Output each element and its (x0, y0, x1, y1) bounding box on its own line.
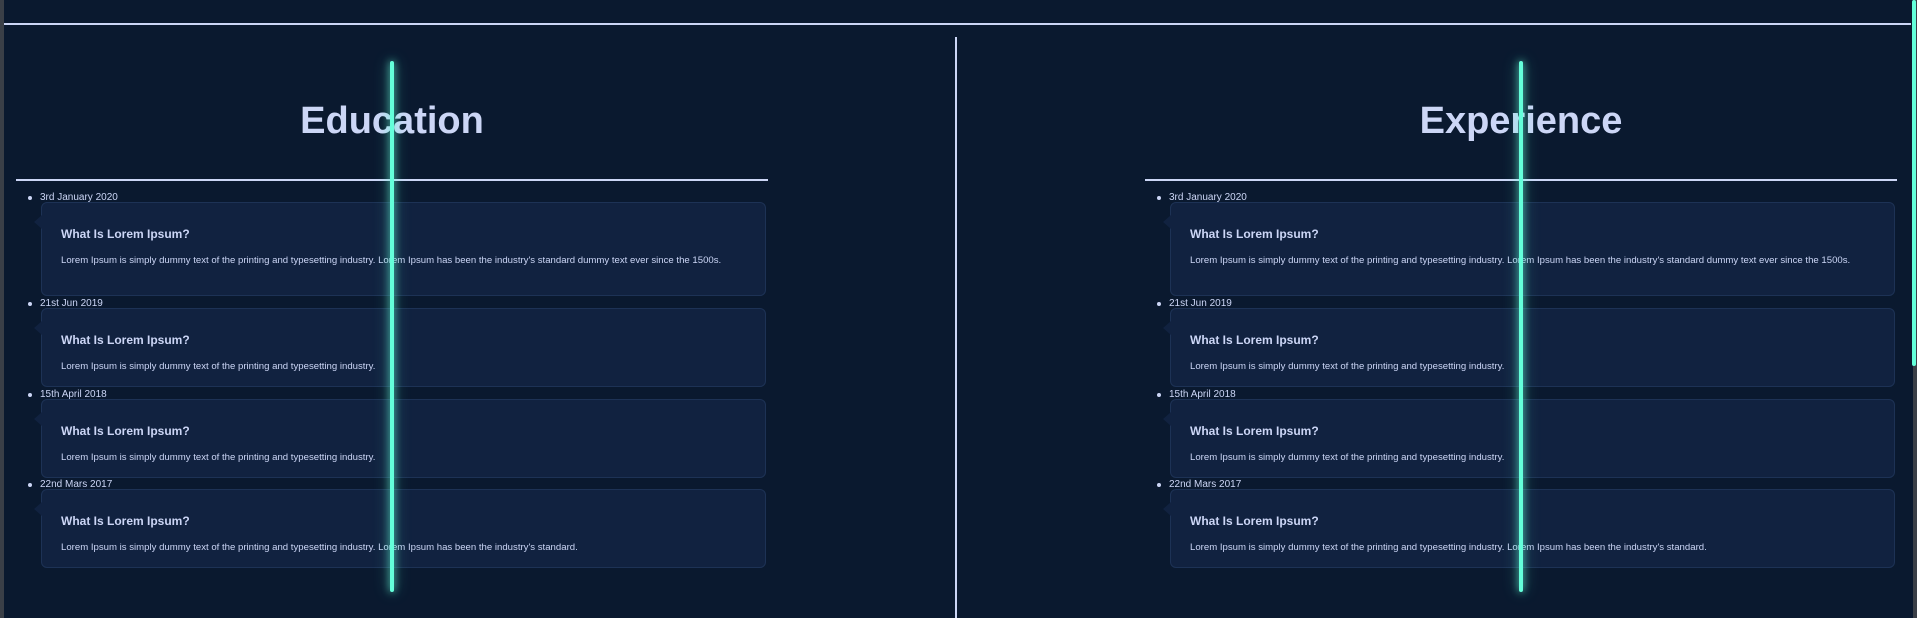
timeline-card: What Is Lorem Ipsum? Lorem Ipsum is simp… (34, 202, 766, 296)
card-title: What Is Lorem Ipsum? (61, 333, 190, 347)
card-title: What Is Lorem Ipsum? (1190, 333, 1319, 347)
timeline-card: What Is Lorem Ipsum? Lorem Ipsum is simp… (34, 489, 766, 568)
card-text: Lorem Ipsum is simply dummy text of the … (1190, 255, 1851, 266)
card-text: Lorem Ipsum is simply dummy text of the … (61, 361, 376, 372)
timeline-card: What Is Lorem Ipsum? Lorem Ipsum is simp… (1163, 489, 1895, 568)
card-title: What Is Lorem Ipsum? (1190, 424, 1319, 438)
bullet-icon (1157, 393, 1161, 397)
education-section: Education 3rd January 2020 What Is Lorem… (16, 0, 768, 618)
card-text: Lorem Ipsum is simply dummy text of the … (61, 452, 376, 463)
column-divider (955, 37, 957, 618)
timeline-glow-line (1519, 61, 1523, 592)
card-text: Lorem Ipsum is simply dummy text of the … (61, 542, 578, 553)
card-title: What Is Lorem Ipsum? (1190, 227, 1319, 241)
timeline-card: What Is Lorem Ipsum? Lorem Ipsum is simp… (34, 308, 766, 387)
card-text: Lorem Ipsum is simply dummy text of the … (1190, 542, 1707, 553)
card-text: Lorem Ipsum is simply dummy text of the … (1190, 361, 1505, 372)
bullet-icon (1157, 302, 1161, 306)
scrollbar-thumb[interactable] (1912, 0, 1916, 366)
card-text: Lorem Ipsum is simply dummy text of the … (1190, 452, 1505, 463)
bullet-icon (28, 302, 32, 306)
bullet-icon (1157, 196, 1161, 200)
timeline-card: What Is Lorem Ipsum? Lorem Ipsum is simp… (34, 399, 766, 478)
scrollbar-track[interactable] (1912, 0, 1917, 618)
bullet-icon (28, 393, 32, 397)
card-title: What Is Lorem Ipsum? (1190, 514, 1319, 528)
bullet-icon (1157, 483, 1161, 487)
bullet-icon (28, 483, 32, 487)
card-title: What Is Lorem Ipsum? (61, 514, 190, 528)
experience-section: Experience 3rd January 2020 What Is Lore… (1145, 0, 1897, 618)
bullet-icon (28, 196, 32, 200)
card-title: What Is Lorem Ipsum? (61, 227, 190, 241)
card-title: What Is Lorem Ipsum? (61, 424, 190, 438)
timeline-card: What Is Lorem Ipsum? Lorem Ipsum is simp… (1163, 308, 1895, 387)
card-text: Lorem Ipsum is simply dummy text of the … (61, 255, 722, 266)
timeline-card: What Is Lorem Ipsum? Lorem Ipsum is simp… (1163, 399, 1895, 478)
window-frame-left (0, 0, 4, 618)
timeline-card: What Is Lorem Ipsum? Lorem Ipsum is simp… (1163, 202, 1895, 296)
timeline-glow-line (390, 61, 394, 592)
